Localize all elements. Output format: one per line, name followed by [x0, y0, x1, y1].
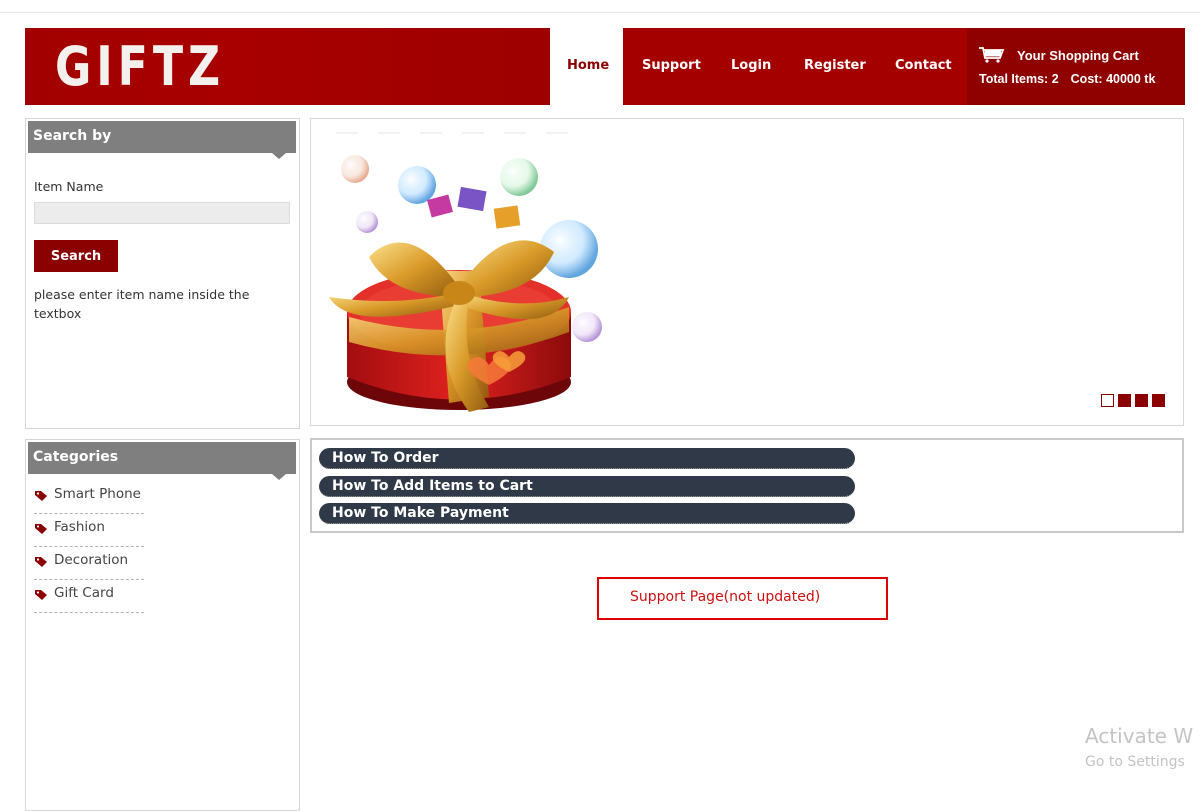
- slide-dot-3[interactable]: [1135, 394, 1148, 407]
- cart-total-items: Total Items: 2: [979, 72, 1059, 86]
- accordion-how-to-order[interactable]: How To Order: [319, 448, 855, 469]
- cart-info: Total Items: 2 Cost: 40000 tk: [979, 72, 1167, 86]
- support-accordion: How To Order How To Add Items to Cart Ho…: [310, 438, 1184, 533]
- tag-icon: [35, 590, 47, 600]
- search-button[interactable]: Search: [34, 240, 118, 272]
- category-item-gift-card[interactable]: Gift Card: [34, 581, 144, 613]
- category-list: Smart Phone Fashion Decoration Gift Card: [34, 482, 144, 614]
- shopping-cart-summary[interactable]: Your Shopping Cart Total Items: 2 Cost: 4…: [967, 28, 1185, 105]
- category-label: Smart Phone: [54, 486, 141, 502]
- category-label: Decoration: [54, 552, 129, 568]
- panel-notch: [272, 153, 286, 159]
- site-logo[interactable]: GIFTZ: [55, 32, 225, 102]
- category-item-fashion[interactable]: Fashion: [34, 515, 144, 547]
- item-name-input[interactable]: [34, 202, 290, 224]
- support-page-notice: Support Page(not updated): [597, 577, 888, 620]
- cart-title: Your Shopping Cart: [1017, 48, 1139, 63]
- tag-icon: [35, 557, 47, 567]
- tag-icon: [35, 491, 47, 501]
- category-label: Gift Card: [54, 585, 114, 601]
- item-name-label: Item Name: [34, 179, 104, 194]
- activate-windows-watermark: Activate W: [1085, 724, 1194, 748]
- panel-notch: [272, 474, 286, 480]
- category-label: Fashion: [54, 519, 105, 535]
- slide-dot-1[interactable]: [1101, 394, 1114, 407]
- shopping-cart-icon: [979, 47, 1005, 63]
- cart-cost: Cost: 40000 tk: [1070, 72, 1156, 86]
- categories-panel: Categories Smart Phone Fashion Decoratio…: [25, 439, 300, 811]
- search-panel-title: Search by: [33, 128, 112, 144]
- slider-pagination: [1097, 392, 1165, 411]
- slider-top-strip: [336, 119, 588, 138]
- category-item-decoration[interactable]: Decoration: [34, 548, 144, 580]
- gift-box-image: [329, 155, 602, 412]
- category-item-smart-phone[interactable]: Smart Phone: [34, 482, 144, 514]
- categories-panel-header: Categories: [28, 442, 296, 480]
- image-slider[interactable]: [310, 118, 1184, 426]
- logo-banner: GIFTZ: [25, 28, 550, 105]
- slide-dot-2[interactable]: [1118, 394, 1131, 407]
- nav-register[interactable]: Register: [804, 58, 866, 73]
- nav-login[interactable]: Login: [731, 58, 771, 73]
- search-help-text: please enter item name inside the textbo…: [34, 287, 250, 321]
- accordion-how-to-make-payment[interactable]: How To Make Payment: [319, 503, 855, 524]
- search-panel: Search by Item Name Search please enter …: [25, 118, 300, 429]
- nav-contact[interactable]: Contact: [895, 58, 952, 73]
- nav-support[interactable]: Support: [642, 58, 701, 73]
- search-panel-header: Search by: [28, 121, 296, 159]
- nav-home[interactable]: Home: [567, 58, 609, 73]
- tag-icon: [35, 524, 47, 534]
- site-header: GIFTZ Home Support Login Register Contac…: [25, 28, 1185, 105]
- slide-dot-4[interactable]: [1152, 394, 1165, 407]
- activate-windows-subtext: Go to Settings: [1085, 754, 1185, 770]
- top-divider: [0, 12, 1200, 13]
- accordion-how-to-add-items[interactable]: How To Add Items to Cart: [319, 476, 855, 497]
- categories-panel-title: Categories: [33, 449, 119, 465]
